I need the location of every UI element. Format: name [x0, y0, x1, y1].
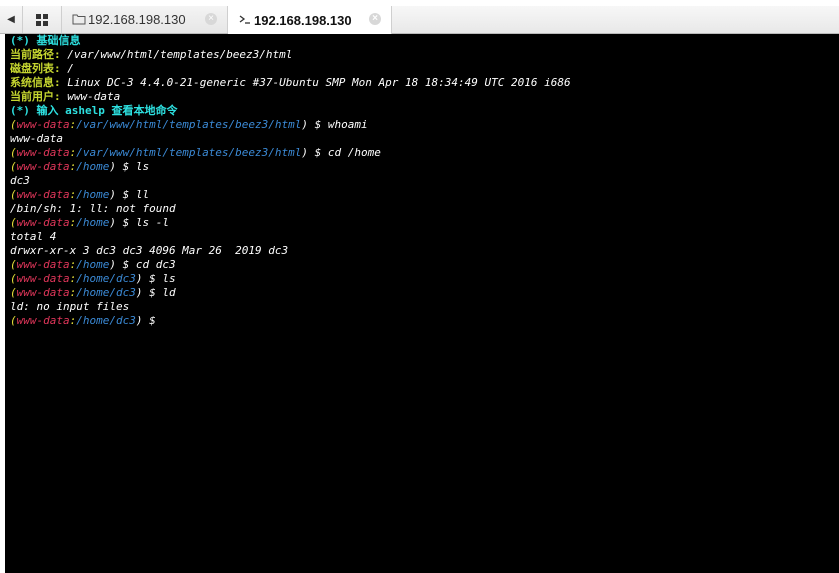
prompt-symbol: ) $ — [109, 258, 130, 271]
tab-file-manager[interactable]: 192.168.198.130 × — [62, 6, 228, 33]
prompt-symbol: ) $ — [135, 272, 156, 285]
output-text: dc3 — [10, 174, 30, 187]
prompt-path: /home — [76, 160, 110, 173]
output-text: ld: no input files — [10, 300, 130, 313]
tab-label: 192.168.198.130 — [88, 12, 186, 27]
scroll-tabs-left-button[interactable]: ◀ — [0, 6, 23, 33]
command-text: ll — [129, 188, 150, 201]
prompt-user: www-data — [16, 314, 70, 327]
tab-terminal[interactable]: 192.168.198.130 × — [228, 6, 392, 34]
terminal-prompt-line: (www-data:/home) $ cd dc3 — [10, 258, 835, 272]
prompt-symbol: ) $ — [109, 216, 130, 229]
prompt-paren: ( — [10, 146, 17, 159]
prompt-symbol: ) $ — [109, 160, 130, 173]
prompt-path: /home — [76, 216, 110, 229]
command-text: whoami — [321, 118, 368, 131]
prompt-path: /home/dc3 — [76, 272, 136, 285]
terminal-prompt-line: (www-data:/home/dc3) $ ld — [10, 286, 835, 300]
command-text: ls — [155, 272, 176, 285]
tab-label: 192.168.198.130 — [254, 12, 352, 28]
header-basic-info: (*) 基础信息 — [10, 34, 81, 47]
prompt-user: www-data — [16, 272, 70, 285]
terminal-output-line: www-data — [10, 132, 835, 146]
prompt-paren: ( — [10, 272, 17, 285]
terminal-output-line: ld: no input files — [10, 300, 835, 314]
terminal-output-line: drwxr-xr-x 3 dc3 dc3 4096 Mar 26 2019 dc… — [10, 244, 835, 258]
terminal-output[interactable]: (*) 基础信息 当前路径: /var/www/html/templates/b… — [5, 34, 839, 573]
prompt-paren: ( — [10, 118, 17, 131]
output-text: /bin/sh: 1: ll: not found — [10, 202, 176, 215]
prompt-path: /home/dc3 — [76, 286, 136, 299]
prompt-user: www-data — [16, 188, 70, 201]
prompt-user: www-data — [16, 160, 70, 173]
prompt-paren: ( — [10, 258, 17, 271]
prompt-path: /home — [76, 188, 110, 201]
command-text: ls -l — [129, 216, 169, 229]
prompt-symbol: ) $ — [135, 286, 156, 299]
output-text: total 4 — [10, 230, 57, 243]
prompt-path: /var/www/html/templates/beez3/html — [76, 118, 302, 131]
output-text: www-data — [10, 132, 63, 145]
prompt-path: /var/www/html/templates/beez3/html — [76, 146, 302, 159]
header-user: 当前用户: www-data — [10, 90, 121, 103]
folder-icon — [72, 14, 86, 25]
terminal-prompt-line: (www-data:/home/dc3) $ — [10, 314, 835, 328]
terminal-prompt-line: (www-data:/var/www/html/templates/beez3/… — [10, 118, 835, 132]
prompt-paren: ( — [10, 188, 17, 201]
grid-icon — [36, 13, 48, 26]
terminal-prompt-line: (www-data:/var/www/html/templates/beez3/… — [10, 146, 835, 160]
chevron-left-icon: ◀ — [7, 14, 15, 25]
command-text: ls — [129, 160, 150, 173]
close-tab-icon[interactable]: × — [205, 13, 217, 25]
terminal-prompt-line: (www-data:/home) $ ll — [10, 188, 835, 202]
prompt-path: /home — [76, 258, 110, 271]
output-text: drwxr-xr-x 3 dc3 dc3 4096 Mar 26 2019 dc… — [10, 244, 289, 257]
prompt-paren: ( — [10, 160, 17, 173]
prompt-symbol: ) $ — [109, 188, 130, 201]
prompt-path: /home/dc3 — [76, 314, 136, 327]
terminal-output-line: /bin/sh: 1: ll: not found — [10, 202, 835, 216]
header-system: 系统信息: Linux DC-3 4.4.0-21-generic #37-Ub… — [10, 76, 571, 89]
command-text: cd /home — [321, 146, 381, 159]
prompt-user: www-data — [16, 146, 70, 159]
terminal-prompt-line: (www-data:/home) $ ls -l — [10, 216, 835, 230]
prompt-paren: ( — [10, 216, 17, 229]
prompt-user: www-data — [16, 258, 70, 271]
header-cwd: 当前路径: /var/www/html/templates/beez3/html — [10, 48, 293, 61]
tab-bar: ◀ 192.168.198.130 × 192.168.198.130 × — [0, 6, 839, 34]
prompt-paren: ( — [10, 286, 17, 299]
terminal-icon — [239, 15, 250, 24]
prompt-user: www-data — [16, 118, 70, 131]
prompt-paren: ( — [10, 314, 17, 327]
header-disks: 磁盘列表: / — [10, 62, 74, 75]
prompt-user: www-data — [16, 216, 70, 229]
terminal-output-line: total 4 — [10, 230, 835, 244]
tab-overview-button[interactable] — [23, 6, 62, 33]
close-tab-icon[interactable]: × — [369, 13, 381, 25]
command-text: ld — [155, 286, 176, 299]
header-help-hint: (*) 输入 ashelp 查看本地命令 — [10, 104, 178, 117]
prompt-symbol: ) $ — [301, 118, 322, 131]
prompt-user: www-data — [16, 286, 70, 299]
terminal-prompt-line: (www-data:/home) $ ls — [10, 160, 835, 174]
command-text: cd dc3 — [129, 258, 176, 271]
terminal-prompt-line: (www-data:/home/dc3) $ ls — [10, 272, 835, 286]
prompt-symbol: ) $ — [301, 146, 322, 159]
command-text — [156, 314, 163, 327]
terminal-output-line: dc3 — [10, 174, 835, 188]
prompt-symbol: ) $ — [135, 314, 156, 327]
